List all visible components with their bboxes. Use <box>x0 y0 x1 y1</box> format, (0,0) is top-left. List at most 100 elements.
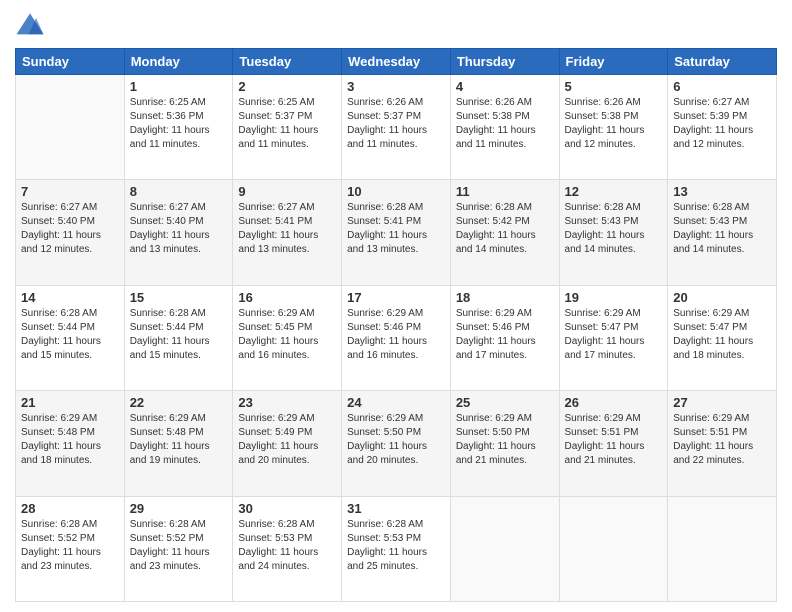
calendar-cell <box>559 496 668 601</box>
day-number: 25 <box>456 395 554 410</box>
calendar-cell: 23 Sunrise: 6:29 AM Sunset: 5:49 PM Dayli… <box>233 391 342 496</box>
calendar-cell: 22Sunrise: 6:29 AM Sunset: 5:48 PM Dayli… <box>124 391 233 496</box>
calendar-cell: 2 Sunrise: 6:25 AM Sunset: 5:37 PM Daylig… <box>233 75 342 180</box>
calendar-cell: 12Sunrise: 6:28 AM Sunset: 5:43 PM Dayli… <box>559 180 668 285</box>
calendar-cell: 5Sunrise: 6:26 AM Sunset: 5:38 PM Daylig… <box>559 75 668 180</box>
weekday-header-friday: Friday <box>559 49 668 75</box>
weekday-header-sunday: Sunday <box>16 49 125 75</box>
calendar-cell: 13 Sunrise: 6:28 AM Sunset: 5:43 PM Dayli… <box>668 180 777 285</box>
day-number: 28 <box>21 501 119 516</box>
day-info: Sunrise: 6:29 AM Sunset: 5:50 PM Dayligh… <box>347 412 445 468</box>
day-info: Sunrise: 6:28 AM Sunset: 5:52 PM Dayligh… <box>21 518 119 574</box>
day-number: 8 <box>130 184 228 199</box>
calendar-cell: 19 Sunrise: 6:29 AM Sunset: 5:47 PM Dayli… <box>559 285 668 390</box>
day-number: 17 <box>347 290 445 305</box>
day-info: Sunrise: 6:29 AM Sunset: 5:45 PM Dayligh… <box>238 307 336 363</box>
calendar-cell: 7Sunrise: 6:27 AM Sunset: 5:40 PM Daylig… <box>16 180 125 285</box>
calendar-cell: 17Sunrise: 6:29 AM Sunset: 5:46 PM Dayli… <box>342 285 451 390</box>
calendar-cell: 29Sunrise: 6:28 AM Sunset: 5:52 PM Dayli… <box>124 496 233 601</box>
day-number: 31 <box>347 501 445 516</box>
day-number: 23 <box>238 395 336 410</box>
day-info: Sunrise: 6:27 AM Sunset: 5:41 PM Dayligh… <box>238 201 336 257</box>
day-info: Sunrise: 6:29 AM Sunset: 5:47 PM Dayligh… <box>673 307 771 363</box>
calendar-week-row: 7 Sunrise: 6:27 AM Sunset: 5:40 PM Daylig… <box>16 180 777 285</box>
calendar-cell: 21Sunrise: 6:29 AM Sunset: 5:48 PM Dayli… <box>16 391 125 496</box>
day-info: Sunrise: 6:26 AM Sunset: 5:37 PM Dayligh… <box>347 96 445 152</box>
day-number: 19 <box>565 290 663 305</box>
day-info: Sunrise: 6:29 AM Sunset: 5:51 PM Dayligh… <box>565 412 663 468</box>
weekday-header-wednesday: Wednesday <box>342 49 451 75</box>
calendar-cell <box>668 496 777 601</box>
calendar-cell: 16Sunrise: 6:29 AM Sunset: 5:45 PM Dayli… <box>233 285 342 390</box>
weekday-header-tuesday: Tuesday <box>233 49 342 75</box>
day-number: 9 <box>238 184 336 199</box>
calendar-cell: 27 Sunrise: 6:29 AM Sunset: 5:51 PM Dayli… <box>668 391 777 496</box>
day-info: Sunrise: 6:26 AM Sunset: 5:38 PM Dayligh… <box>456 96 554 152</box>
header <box>15 10 777 40</box>
calendar-cell: 24 Sunrise: 6:29 AM Sunset: 5:50 PM Dayli… <box>342 391 451 496</box>
day-number: 15 <box>130 290 228 305</box>
calendar-week-row: 1Sunrise: 6:25 AM Sunset: 5:36 PM Daylig… <box>16 75 777 180</box>
day-info: Sunrise: 6:27 AM Sunset: 5:39 PM Dayligh… <box>673 96 771 152</box>
day-number: 1 <box>130 79 228 94</box>
day-number: 27 <box>673 395 771 410</box>
day-info: Sunrise: 6:28 AM Sunset: 5:53 PM Dayligh… <box>238 518 336 574</box>
day-info: Sunrise: 6:28 AM Sunset: 5:43 PM Dayligh… <box>673 201 771 257</box>
day-number: 7 <box>21 184 119 199</box>
day-number: 11 <box>456 184 554 199</box>
day-info: Sunrise: 6:28 AM Sunset: 5:42 PM Dayligh… <box>456 201 554 257</box>
day-info: Sunrise: 6:29 AM Sunset: 5:49 PM Dayligh… <box>238 412 336 468</box>
calendar-week-row: 14 Sunrise: 6:28 AM Sunset: 5:44 PM Dayli… <box>16 285 777 390</box>
day-number: 6 <box>673 79 771 94</box>
day-info: Sunrise: 6:28 AM Sunset: 5:53 PM Dayligh… <box>347 518 445 574</box>
day-number: 21 <box>21 395 119 410</box>
day-number: 24 <box>347 395 445 410</box>
calendar-cell: 8 Sunrise: 6:27 AM Sunset: 5:40 PM Daylig… <box>124 180 233 285</box>
day-info: Sunrise: 6:29 AM Sunset: 5:51 PM Dayligh… <box>673 412 771 468</box>
day-info: Sunrise: 6:29 AM Sunset: 5:47 PM Dayligh… <box>565 307 663 363</box>
day-number: 2 <box>238 79 336 94</box>
day-number: 20 <box>673 290 771 305</box>
calendar-cell: 1Sunrise: 6:25 AM Sunset: 5:36 PM Daylig… <box>124 75 233 180</box>
page: SundayMondayTuesdayWednesdayThursdayFrid… <box>0 0 792 612</box>
day-info: Sunrise: 6:29 AM Sunset: 5:50 PM Dayligh… <box>456 412 554 468</box>
day-info: Sunrise: 6:28 AM Sunset: 5:44 PM Dayligh… <box>21 307 119 363</box>
day-number: 29 <box>130 501 228 516</box>
day-number: 22 <box>130 395 228 410</box>
day-number: 5 <box>565 79 663 94</box>
calendar-cell: 15 Sunrise: 6:28 AM Sunset: 5:44 PM Dayli… <box>124 285 233 390</box>
day-number: 4 <box>456 79 554 94</box>
weekday-header-thursday: Thursday <box>450 49 559 75</box>
day-info: Sunrise: 6:28 AM Sunset: 5:44 PM Dayligh… <box>130 307 228 363</box>
calendar-cell: 20 Sunrise: 6:29 AM Sunset: 5:47 PM Dayli… <box>668 285 777 390</box>
day-number: 10 <box>347 184 445 199</box>
calendar-cell <box>450 496 559 601</box>
calendar-cell: 18Sunrise: 6:29 AM Sunset: 5:46 PM Dayli… <box>450 285 559 390</box>
weekday-header-row: SundayMondayTuesdayWednesdayThursdayFrid… <box>16 49 777 75</box>
day-info: Sunrise: 6:27 AM Sunset: 5:40 PM Dayligh… <box>130 201 228 257</box>
calendar-cell: 3 Sunrise: 6:26 AM Sunset: 5:37 PM Daylig… <box>342 75 451 180</box>
calendar-cell: 11 Sunrise: 6:28 AM Sunset: 5:42 PM Dayli… <box>450 180 559 285</box>
weekday-header-monday: Monday <box>124 49 233 75</box>
calendar-cell <box>16 75 125 180</box>
calendar-cell: 9 Sunrise: 6:27 AM Sunset: 5:41 PM Daylig… <box>233 180 342 285</box>
calendar-week-row: 28 Sunrise: 6:28 AM Sunset: 5:52 PM Dayli… <box>16 496 777 601</box>
day-number: 14 <box>21 290 119 305</box>
calendar-cell: 25 Sunrise: 6:29 AM Sunset: 5:50 PM Dayli… <box>450 391 559 496</box>
calendar-cell: 28 Sunrise: 6:28 AM Sunset: 5:52 PM Dayli… <box>16 496 125 601</box>
logo <box>15 10 49 40</box>
calendar-cell: 31 Sunrise: 6:28 AM Sunset: 5:53 PM Dayli… <box>342 496 451 601</box>
day-number: 12 <box>565 184 663 199</box>
day-info: Sunrise: 6:28 AM Sunset: 5:41 PM Dayligh… <box>347 201 445 257</box>
calendar-cell: 14 Sunrise: 6:28 AM Sunset: 5:44 PM Dayli… <box>16 285 125 390</box>
calendar-cell: 6 Sunrise: 6:27 AM Sunset: 5:39 PM Daylig… <box>668 75 777 180</box>
day-number: 13 <box>673 184 771 199</box>
day-number: 18 <box>456 290 554 305</box>
calendar-cell: 30 Sunrise: 6:28 AM Sunset: 5:53 PM Dayli… <box>233 496 342 601</box>
day-number: 30 <box>238 501 336 516</box>
weekday-header-saturday: Saturday <box>668 49 777 75</box>
day-number: 26 <box>565 395 663 410</box>
day-info: Sunrise: 6:25 AM Sunset: 5:37 PM Dayligh… <box>238 96 336 152</box>
calendar-cell: 4 Sunrise: 6:26 AM Sunset: 5:38 PM Daylig… <box>450 75 559 180</box>
day-number: 3 <box>347 79 445 94</box>
